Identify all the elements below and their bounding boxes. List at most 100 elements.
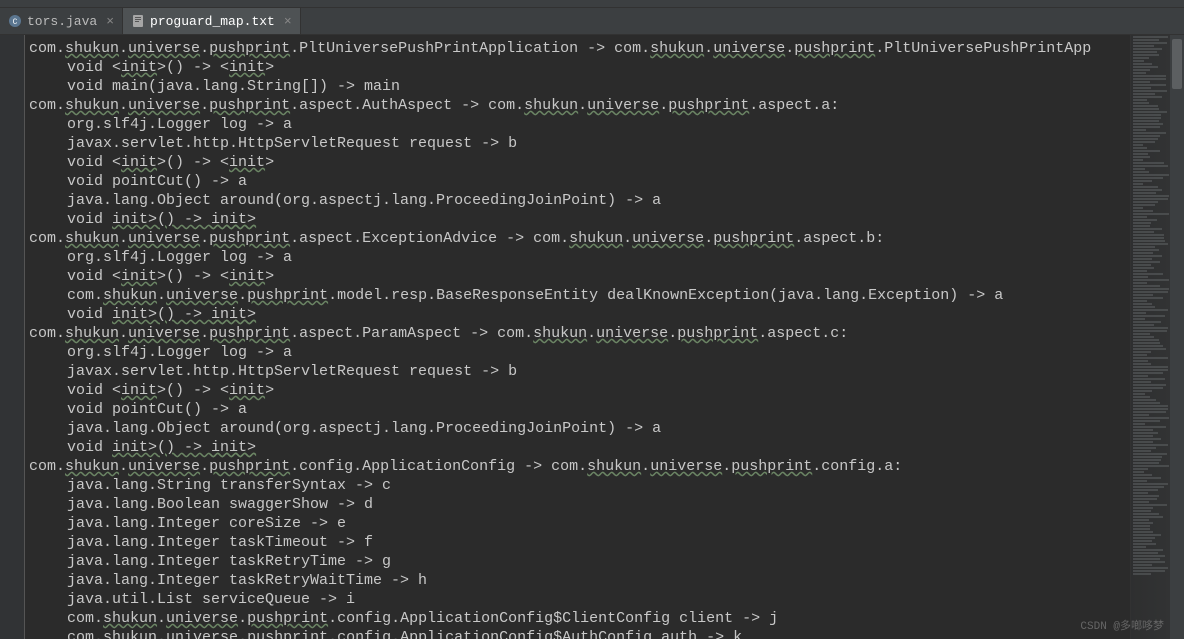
minimap-line <box>1133 291 1168 293</box>
code-line: com.shukun.universe.pushprint.aspect.Exc… <box>25 229 1184 248</box>
minimap-line <box>1133 42 1167 44</box>
minimap-line <box>1133 345 1163 347</box>
minimap-line <box>1133 543 1156 545</box>
minimap-line <box>1133 540 1152 542</box>
code-line: org.slf4j.Logger log -> a <box>25 248 1184 267</box>
minimap-line <box>1133 513 1159 515</box>
minimap-line <box>1133 270 1147 272</box>
minimap-line <box>1133 105 1158 107</box>
minimap-line <box>1133 363 1151 365</box>
minimap-line <box>1133 459 1161 461</box>
minimap-line <box>1133 213 1169 215</box>
code-line: void init>() -> init> <box>25 210 1184 229</box>
minimap-line <box>1133 132 1166 134</box>
minimap-line <box>1133 240 1165 242</box>
minimap-line <box>1133 429 1153 431</box>
minimap-line <box>1133 330 1167 332</box>
minimap-line <box>1133 519 1149 521</box>
minimap-line <box>1133 48 1162 50</box>
minimap-line <box>1133 45 1154 47</box>
minimap-line <box>1133 378 1165 380</box>
code-line: java.lang.Integer coreSize -> e <box>25 514 1184 533</box>
minimap-line <box>1133 141 1155 143</box>
minimap-line <box>1133 399 1156 401</box>
minimap-line <box>1133 150 1160 152</box>
minimap-line <box>1133 405 1168 407</box>
minimap-line <box>1133 339 1159 341</box>
code-line: void init>() -> init> <box>25 305 1184 324</box>
minimap-line <box>1133 123 1163 125</box>
minimap-line <box>1133 474 1152 476</box>
minimap-line <box>1133 453 1167 455</box>
editor-gutter[interactable] <box>0 35 25 639</box>
minimap-line <box>1133 261 1160 263</box>
minimap-line <box>1133 495 1159 497</box>
minimap-line <box>1133 279 1169 281</box>
minimap-line <box>1133 324 1154 326</box>
code-line: java.util.List serviceQueue -> i <box>25 590 1184 609</box>
minimap-line <box>1133 504 1167 506</box>
minimap-line <box>1133 393 1145 395</box>
minimap-line <box>1133 312 1146 314</box>
minimap-line <box>1133 309 1168 311</box>
code-line: java.lang.Integer taskRetryTime -> g <box>25 552 1184 571</box>
minimap-line <box>1133 450 1151 452</box>
watermark: CSDN @多啷哆梦 <box>1080 617 1164 633</box>
minimap-line <box>1133 354 1147 356</box>
code-line: void pointCut() -> a <box>25 172 1184 191</box>
minimap-line <box>1133 180 1152 182</box>
minimap-line <box>1133 177 1163 179</box>
minimap-line <box>1133 462 1159 464</box>
vertical-scrollbar[interactable] <box>1170 35 1184 639</box>
minimap-line <box>1133 174 1169 176</box>
minimap-line <box>1133 237 1164 239</box>
code-line: com.shukun.universe.pushprint.model.resp… <box>25 286 1184 305</box>
minimap-line <box>1133 426 1166 428</box>
minimap-line <box>1133 114 1161 116</box>
code-line: java.lang.String transferSyntax -> c <box>25 476 1184 495</box>
minimap-line <box>1133 435 1153 437</box>
minimap-line <box>1133 438 1161 440</box>
code-line: com.shukun.universe.pushprint.aspect.Aut… <box>25 96 1184 115</box>
minimap-line <box>1133 231 1154 233</box>
code-line: java.lang.Boolean swaggerShow -> d <box>25 495 1184 514</box>
minimap-line <box>1133 351 1151 353</box>
code-line: java.lang.Integer taskTimeout -> f <box>25 533 1184 552</box>
minimap-line <box>1133 480 1147 482</box>
minimap-line <box>1133 444 1168 446</box>
minimap-line <box>1133 69 1150 71</box>
minimap-line <box>1133 258 1152 260</box>
close-icon[interactable]: × <box>284 14 292 29</box>
code-content[interactable]: com.shukun.universe.pushprint.PltUnivers… <box>25 35 1184 639</box>
tab-proguard-map[interactable]: proguard_map.txt × <box>123 8 301 34</box>
minimap-line <box>1133 357 1168 359</box>
code-line: com.shukun.universe.pushprint.config.App… <box>25 457 1184 476</box>
minimap-line <box>1133 417 1169 419</box>
minimap-line <box>1133 570 1165 572</box>
scrollbar-thumb[interactable] <box>1172 39 1182 89</box>
minimap-line <box>1133 477 1161 479</box>
minimap-line <box>1133 387 1163 389</box>
minimap-line <box>1133 78 1166 80</box>
editor-area: com.shukun.universe.pushprint.PltUnivers… <box>0 35 1184 639</box>
minimap-line <box>1133 207 1143 209</box>
minimap-line <box>1133 456 1162 458</box>
close-icon[interactable]: × <box>106 14 114 29</box>
minimap-line <box>1133 84 1166 86</box>
minimap[interactable] <box>1130 35 1170 639</box>
minimap-line <box>1133 288 1169 290</box>
minimap-line <box>1133 63 1152 65</box>
minimap-line <box>1133 402 1160 404</box>
minimap-line <box>1133 51 1157 53</box>
minimap-line <box>1133 441 1153 443</box>
code-line: void pointCut() -> a <box>25 400 1184 419</box>
minimap-line <box>1133 60 1144 62</box>
minimap-line <box>1133 126 1160 128</box>
tab-tors-java[interactable]: C tors.java × <box>0 8 123 34</box>
minimap-line <box>1133 96 1162 98</box>
minimap-line <box>1133 102 1149 104</box>
minimap-line <box>1133 315 1165 317</box>
minimap-line <box>1133 369 1168 371</box>
minimap-line <box>1133 342 1160 344</box>
tab-label: tors.java <box>27 14 97 29</box>
